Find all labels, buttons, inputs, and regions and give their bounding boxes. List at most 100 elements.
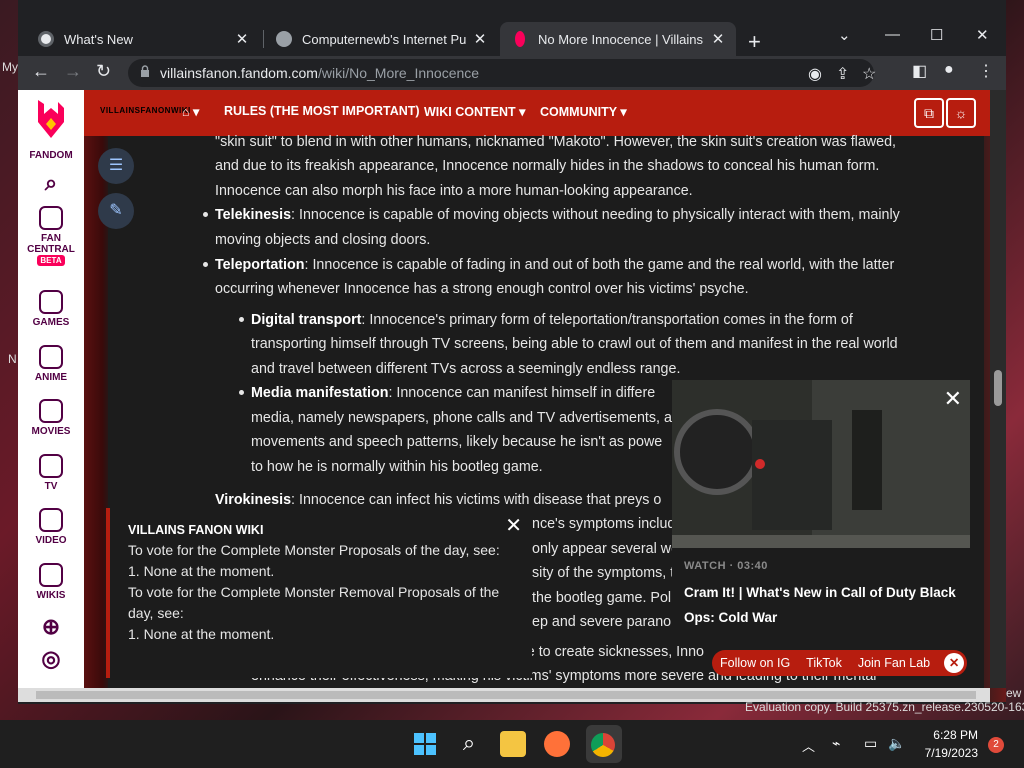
discussions-icon[interactable]: ⧉ (914, 98, 944, 128)
browser-window: What's New ✕ Computernewb's Internet Pub… (18, 0, 1006, 704)
search-icon[interactable]: ⌕ (18, 170, 84, 196)
video-thumbnail[interactable]: ✕ (672, 380, 970, 548)
close-window-icon[interactable]: ✕ (976, 26, 989, 44)
notice-line: To vote for the Complete Monster Proposa… (128, 542, 500, 558)
close-tab-icon[interactable]: ✕ (234, 30, 250, 48)
minimize-icon[interactable]: — (885, 26, 900, 43)
bullet (203, 262, 208, 267)
volume-icon[interactable]: 🔈 (888, 735, 905, 752)
maximize-icon[interactable]: ☐ (930, 26, 943, 44)
edit-pencil-icon[interactable]: ✎ (98, 193, 134, 229)
fandom-global-nav: FANDOM ⌕ FAN CENTRAL BETA GAMES ANIME MO… (18, 90, 84, 702)
tab-search-icon[interactable]: ⌄ (838, 26, 851, 44)
video-title[interactable]: Cram It! | What's New in Call of Duty Bl… (684, 580, 964, 630)
wiki-logo[interactable]: VILLAINSFANONWIKI (100, 106, 191, 115)
rail-item-anime[interactable]: ANIME (18, 345, 84, 383)
rail-item-tv[interactable]: TV (18, 454, 84, 492)
web-page: FANDOM ⌕ FAN CENTRAL BETA GAMES ANIME MO… (18, 90, 1006, 702)
reload-icon[interactable]: ↻ (96, 61, 111, 82)
profile-icon[interactable]: ● (944, 61, 954, 79)
article-line: Innocence can also morph his face into a… (215, 183, 693, 199)
network-icon[interactable]: ⌁ (832, 735, 840, 752)
rail-item-label: GAMES (32, 317, 70, 328)
video-player-popup[interactable]: ✕ WATCH · 03:40 Cram It! | What's New in… (672, 380, 970, 638)
article-line: and travel between different TVs across … (251, 361, 681, 377)
google-lens-icon[interactable]: ◉ (808, 64, 822, 84)
display-icon[interactable]: ▭ (864, 735, 877, 752)
lock-icon (141, 65, 149, 77)
share-icon[interactable]: ⇪ (836, 64, 849, 84)
beta-badge: BETA (37, 255, 65, 266)
tab-strip: What's New ✕ Computernewb's Internet Pub… (18, 12, 1006, 56)
url-text: villainsfanon.fandom.com/wiki/No_More_In… (160, 65, 480, 81)
rail-item-wikis[interactable]: WIKIS (18, 563, 84, 601)
table-of-contents-icon[interactable]: ☰ (98, 148, 134, 184)
anime-icon (39, 345, 63, 369)
add-icon[interactable]: ⊕ (18, 614, 84, 640)
nav-community[interactable]: COMMUNITY ▾ (540, 104, 627, 119)
tiktok-link[interactable]: TikTok (798, 656, 850, 670)
article-line: "skin suit" to blend in with other human… (215, 134, 897, 150)
tab-whats-new[interactable]: What's New ✕ (26, 22, 260, 56)
tab-title: No More Innocence | Villains Far (538, 31, 704, 47)
clock-time[interactable]: 6:28 PM (918, 728, 978, 742)
search-icon[interactable]: ⌕ (456, 731, 482, 757)
close-icon[interactable]: ✕ (505, 516, 522, 537)
forward-icon[interactable]: → (64, 61, 82, 82)
desktop-text: ew (1006, 686, 1022, 700)
article-line: Media manifestation: Innocence can manif… (251, 385, 656, 401)
article-line: only appear several wee (532, 541, 687, 557)
desktop-text: N (8, 352, 17, 366)
tray-overflow-icon[interactable]: ︿ (802, 736, 815, 755)
address-bar[interactable]: villainsfanon.fandom.com/wiki/No_More_In… (128, 59, 876, 87)
tab-no-more-innocence[interactable]: No More Innocence | Villains Far ✕ (500, 22, 736, 56)
clock-date[interactable]: 7/19/2023 (918, 746, 978, 760)
notice-title: VILLAINS FANON WIKI (128, 523, 264, 537)
bullet (239, 317, 244, 322)
side-panel-icon[interactable]: ◧ (912, 61, 927, 81)
firefox-icon[interactable] (544, 731, 570, 757)
theme-toggle-icon[interactable]: ☼ (946, 98, 976, 128)
fandom-logo-icon[interactable] (34, 98, 68, 140)
article-line: occurring whenever Innocence has a stron… (215, 281, 749, 297)
new-tab-button[interactable]: + (748, 31, 761, 53)
video-duration: WATCH · 03:40 (684, 560, 768, 572)
tv-icon (39, 454, 63, 478)
pub-favicon-icon (276, 31, 292, 47)
rail-item-label: TV (44, 481, 58, 492)
fandom-favicon-icon (515, 31, 525, 47)
close-tab-icon[interactable]: ✕ (710, 30, 726, 48)
nav-rules[interactable]: RULES (THE MOST IMPORTANT) (224, 104, 420, 118)
article-line: to how he is normally within his bootleg… (251, 459, 543, 475)
close-icon[interactable]: ✕ (944, 653, 965, 673)
nav-wiki-content[interactable]: WIKI CONTENT ▾ (424, 104, 525, 119)
rail-item-fan-central[interactable]: FAN CENTRAL BETA (18, 206, 84, 266)
build-watermark: Evaluation copy. Build 25375.zn_release.… (745, 700, 1024, 714)
follow-ig-link[interactable]: Follow on IG (712, 656, 798, 670)
notice-body: To vote for the Complete Monster Proposa… (128, 540, 518, 645)
back-icon[interactable]: ← (32, 61, 50, 82)
vertical-scrollbar[interactable] (990, 90, 1006, 688)
rail-item-movies[interactable]: MOVIES (18, 399, 84, 437)
article-line: sity of the symptoms, th (532, 565, 683, 581)
article-line: nce's symptoms include (532, 516, 684, 532)
rail-item-games[interactable]: GAMES (18, 290, 84, 328)
scrollbar-thumb[interactable] (36, 691, 976, 699)
desktop-text: My (2, 60, 18, 74)
explore-menu[interactable]: ⌂ ▾ (182, 104, 199, 119)
menu-kebab-icon[interactable]: ⋮ (978, 61, 994, 81)
tab-computernewb[interactable]: Computernewb's Internet Pub H ✕ (264, 22, 498, 56)
close-video-icon[interactable]: ✕ (944, 386, 962, 412)
file-explorer-icon[interactable] (500, 731, 526, 757)
bookmark-star-icon[interactable]: ☆ (862, 64, 876, 84)
rail-item-label: WIKIS (36, 590, 66, 601)
windows-start-icon[interactable] (412, 731, 438, 757)
notification-badge[interactable]: 2 (988, 737, 1004, 753)
bullet (239, 390, 244, 395)
join-fan-lab-link[interactable]: Join Fan Lab (850, 656, 938, 670)
user-account-icon[interactable]: ◎ (18, 646, 84, 672)
article-line: Telekinesis: Innocence is capable of mov… (215, 207, 900, 223)
close-tab-icon[interactable]: ✕ (472, 30, 488, 48)
scrollbar-thumb[interactable] (994, 370, 1002, 406)
rail-item-video[interactable]: VIDEO (18, 508, 84, 546)
